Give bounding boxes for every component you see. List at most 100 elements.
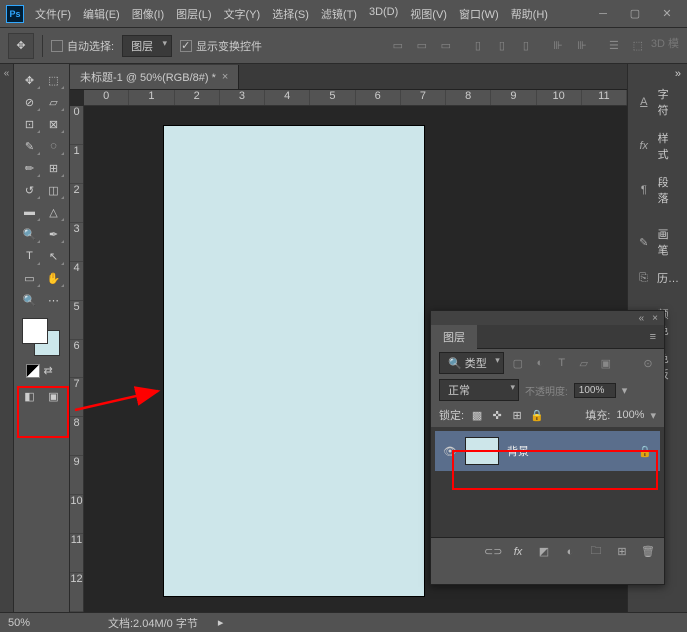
screen-mode-icon[interactable]: ◧	[19, 386, 41, 406]
eraser-tool-icon[interactable]: ◫	[43, 180, 65, 200]
type-tool-icon[interactable]: T	[19, 246, 41, 266]
filter-shape-icon[interactable]: ▱	[576, 357, 592, 370]
auto-select-checkbox[interactable]: 自动选择:	[51, 38, 114, 54]
filter-pixel-icon[interactable]: ▢	[510, 357, 526, 370]
show-transform-checkbox[interactable]: 显示变换控件	[180, 38, 262, 54]
paragraph-icon: ¶	[636, 184, 652, 196]
align-icon[interactable]: ▯	[515, 35, 537, 57]
crop-tool-icon[interactable]: ⊡	[19, 114, 41, 134]
default-colors-icon[interactable]	[26, 364, 40, 378]
edit-toolbar-icon[interactable]: ⋯	[43, 290, 65, 310]
group-icon[interactable]: 🗀	[588, 542, 604, 561]
menu-view[interactable]: 视图(V)	[405, 3, 452, 25]
align-icon[interactable]: ▭	[435, 35, 457, 57]
foreground-color-swatch[interactable]	[22, 318, 48, 344]
distribute-icon[interactable]: ⊪	[547, 35, 569, 57]
panel-history[interactable]: ⎘历…	[628, 264, 687, 292]
panel-menu-icon[interactable]: ≡	[642, 331, 664, 343]
move-tool-icon[interactable]: ✥	[19, 70, 41, 90]
brush-tool-icon[interactable]: ✏	[19, 158, 41, 178]
maximize-button[interactable]: ▢	[621, 4, 649, 24]
align-icon[interactable]: ▭	[411, 35, 433, 57]
menu-filter[interactable]: 滤镜(T)	[316, 3, 362, 25]
swap-colors-icon[interactable]: ⇄	[44, 364, 58, 378]
marquee-tool-icon[interactable]: ⬚	[43, 70, 65, 90]
align-icon[interactable]: ☰	[603, 35, 625, 57]
panel-paragraph[interactable]: ¶段落	[628, 168, 687, 212]
canvas[interactable]	[164, 126, 424, 596]
blur-tool-icon[interactable]: △	[43, 202, 65, 222]
menu-type[interactable]: 文字(Y)	[219, 3, 266, 25]
menu-3d[interactable]: 3D(D)	[364, 3, 403, 25]
new-layer-icon[interactable]: ⊞	[614, 545, 630, 558]
status-more-icon[interactable]: ▸	[218, 616, 224, 629]
align-icon[interactable]: ▭	[387, 35, 409, 57]
lasso-tool-icon[interactable]: ⊘	[19, 92, 41, 112]
gradient-tool-icon[interactable]: ▬	[19, 202, 41, 222]
close-button[interactable]: ✕	[653, 4, 681, 24]
auto-select-dropdown[interactable]: 图层	[122, 35, 172, 57]
lock-position-icon[interactable]: ✜	[490, 409, 504, 422]
menu-file[interactable]: 文件(F)	[30, 3, 76, 25]
document-info[interactable]: 文档:2.04M/0 字节	[108, 615, 198, 631]
quick-select-icon[interactable]: ◌	[43, 136, 65, 156]
zoom-tool-icon[interactable]: 🔍	[19, 290, 41, 310]
lock-pixels-icon[interactable]: ▩	[470, 409, 484, 422]
history-brush-icon[interactable]: ↺	[19, 180, 41, 200]
minimize-button[interactable]: ─	[589, 4, 617, 24]
fill-value[interactable]: 100%	[616, 409, 644, 421]
menu-edit[interactable]: 编辑(E)	[78, 3, 125, 25]
panel-collapse-icon[interactable]: «	[639, 313, 645, 324]
align-icon[interactable]: ▯	[491, 35, 513, 57]
polygon-lasso-icon[interactable]: ▱	[43, 92, 65, 112]
clone-stamp-icon[interactable]: ⊞	[43, 158, 65, 178]
eyedropper-tool-icon[interactable]: ✎	[19, 136, 41, 156]
visibility-icon[interactable]: 👁	[443, 445, 457, 458]
opacity-value[interactable]: 100%	[574, 383, 616, 398]
layer-list: 👁 背景 🔒	[431, 427, 664, 537]
layer-fx-icon[interactable]: fx	[510, 546, 526, 558]
move-tool-preset-icon[interactable]: ✥	[8, 33, 34, 59]
menu-help[interactable]: 帮助(H)	[506, 3, 553, 25]
layer-mask-icon[interactable]: ◩	[536, 545, 552, 558]
layers-tab[interactable]: 图层	[431, 325, 477, 349]
panel-brushes[interactable]: ✎画笔	[628, 220, 687, 264]
color-swatch[interactable]	[22, 318, 62, 358]
close-tab-icon[interactable]: ×	[222, 71, 228, 83]
slice-tool-icon[interactable]: ⊠	[43, 114, 65, 134]
menu-layer[interactable]: 图层(L)	[171, 3, 216, 25]
adjustment-layer-icon[interactable]: ◐	[562, 546, 578, 558]
filter-smart-icon[interactable]: ▣	[598, 357, 614, 370]
filter-type-icon[interactable]: T	[554, 357, 570, 369]
document-tab[interactable]: 未标题-1 @ 50%(RGB/8#) * ×	[70, 65, 239, 89]
dodge-tool-icon[interactable]: 🔍	[19, 224, 41, 244]
distribute-icon[interactable]: ⊪	[571, 35, 593, 57]
lock-artboard-icon[interactable]: ⊞	[510, 409, 524, 422]
pen-tool-icon[interactable]: ✒	[43, 224, 65, 244]
hand-tool-icon[interactable]: ✋	[43, 268, 65, 288]
shape-tool-icon[interactable]: ▭	[19, 268, 41, 288]
align-icon[interactable]: ▯	[467, 35, 489, 57]
layer-thumbnail[interactable]	[465, 437, 499, 465]
panel-close-icon[interactable]: ×	[652, 313, 658, 324]
filter-toggle-icon[interactable]: ⊙	[640, 357, 656, 370]
panel-character[interactable]: A字符	[628, 80, 687, 124]
menu-select[interactable]: 选择(S)	[267, 3, 314, 25]
delete-layer-icon[interactable]: 🗑	[640, 545, 656, 558]
filter-adjust-icon[interactable]: ◐	[532, 357, 548, 369]
path-select-icon[interactable]: ↖	[43, 246, 65, 266]
link-layers-icon[interactable]: ⊂⊃	[484, 545, 500, 558]
blend-mode-dropdown[interactable]: 正常	[439, 379, 519, 401]
menu-image[interactable]: 图像(I)	[127, 3, 169, 25]
panel-styles[interactable]: fx样式	[628, 124, 687, 168]
expand-panels-icon[interactable]: »	[675, 68, 681, 80]
quick-mask-icon[interactable]: ▣	[43, 386, 65, 406]
layer-row[interactable]: 👁 背景 🔒	[435, 431, 660, 471]
lock-all-icon[interactable]: 🔒	[530, 409, 544, 422]
menu-window[interactable]: 窗口(W)	[454, 3, 504, 25]
zoom-level[interactable]: 50%	[8, 617, 88, 629]
left-collapse-strip[interactable]: «	[0, 64, 14, 612]
filter-type-dropdown[interactable]: 🔍 类型	[439, 352, 504, 374]
3d-mode-icon[interactable]: ⬚	[627, 35, 649, 57]
layer-name[interactable]: 背景	[507, 443, 630, 459]
